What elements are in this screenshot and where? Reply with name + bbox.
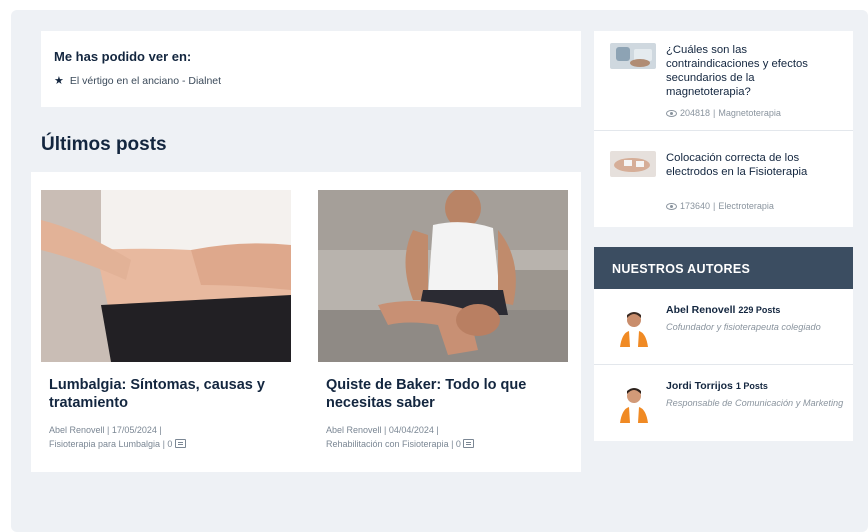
seen-in-item[interactable]: ★ El vértigo en el anciano - Dialnet — [54, 74, 221, 88]
popular-post-meta: 204818 | Magnetoterapia — [666, 108, 781, 118]
post-title[interactable]: Lumbalgia: Síntomas, causas y tratamient… — [49, 376, 283, 412]
authors-heading: NUESTROS AUTORES — [594, 247, 853, 289]
seen-in-title: Me has podido ver en: — [54, 49, 192, 64]
post-card[interactable]: Quiste de Baker: Todo lo que necesitas s… — [318, 190, 568, 451]
author-post-count: 229 Posts — [738, 305, 781, 315]
author-name-line: Jordi Torrijos 1 Posts — [666, 380, 768, 392]
author-item[interactable]: Abel Renovell 229 Posts Cofundador y fis… — [594, 289, 853, 365]
comment-icon[interactable] — [174, 439, 186, 448]
post-meta: Abel Renovell | 04/04/2024 | Rehabilitac… — [326, 423, 560, 451]
post-meta: Abel Renovell | 17/05/2024 | Fisioterapi… — [49, 423, 283, 451]
post-meta-author-date[interactable]: Abel Renovell | 04/04/2024 | — [326, 423, 560, 437]
post-title[interactable]: Quiste de Baker: Todo lo que necesitas s… — [326, 376, 560, 412]
post-meta-category-comments[interactable]: Rehabilitación con Fisioterapia | 0 — [326, 439, 461, 449]
author-role: Cofundador y fisioterapeuta colegiado — [666, 322, 821, 332]
post-thumbnail[interactable] — [318, 190, 568, 362]
author-role: Responsable de Comunicación y Marketing — [666, 398, 844, 408]
star-icon: ★ — [54, 75, 64, 87]
popular-post-thumbnail[interactable] — [610, 151, 656, 177]
popular-post-title[interactable]: Colocación correcta de los electrodos en… — [666, 151, 841, 179]
seen-in-box: Me has podido ver en: ★ El vértigo en el… — [41, 31, 581, 107]
popular-post-thumbnail[interactable] — [610, 43, 656, 69]
latest-posts-container: Lumbalgia: Síntomas, causas y tratamient… — [31, 172, 581, 472]
popular-post-category[interactable]: Magnetoterapia — [718, 108, 781, 118]
seen-in-item-label[interactable]: El vértigo en el anciano - Dialnet — [70, 75, 221, 87]
popular-post-views: 173640 — [680, 201, 711, 211]
popular-post-item[interactable]: ¿Cuáles son las contraindicaciones y efe… — [594, 31, 853, 131]
eye-icon — [666, 109, 677, 117]
post-meta-author-date[interactable]: Abel Renovell | 17/05/2024 | — [49, 423, 283, 437]
post-card[interactable]: Lumbalgia: Síntomas, causas y tratamient… — [41, 190, 291, 451]
author-post-count: 1 Posts — [735, 381, 768, 391]
authors-list: Abel Renovell 229 Posts Cofundador y fis… — [594, 289, 853, 441]
latest-posts-heading: Últimos posts — [41, 134, 167, 155]
eye-icon — [666, 202, 677, 210]
popular-post-meta: 173640 | Electroterapia — [666, 201, 774, 211]
popular-post-category[interactable]: Electroterapia — [718, 201, 774, 211]
avatar[interactable] — [616, 383, 652, 423]
popular-post-title[interactable]: ¿Cuáles son las contraindicaciones y efe… — [666, 43, 841, 99]
author-name[interactable]: Abel Renovell — [666, 304, 735, 316]
post-thumbnail[interactable] — [41, 190, 291, 362]
popular-post-item[interactable]: Colocación correcta de los electrodos en… — [594, 139, 853, 227]
avatar[interactable] — [616, 307, 652, 347]
author-name[interactable]: Jordi Torrijos — [666, 380, 733, 392]
popular-post-views: 204818 — [680, 108, 711, 118]
comment-icon[interactable] — [463, 439, 475, 448]
popular-posts: ¿Cuáles son las contraindicaciones y efe… — [594, 31, 853, 227]
page-background: Me has podido ver en: ★ El vértigo en el… — [11, 10, 868, 532]
author-name-line: Abel Renovell 229 Posts — [666, 304, 780, 316]
author-item[interactable]: Jordi Torrijos 1 Posts Responsable de Co… — [594, 365, 853, 441]
post-meta-category-comments[interactable]: Fisioterapia para Lumbalgia | 0 — [49, 439, 172, 449]
